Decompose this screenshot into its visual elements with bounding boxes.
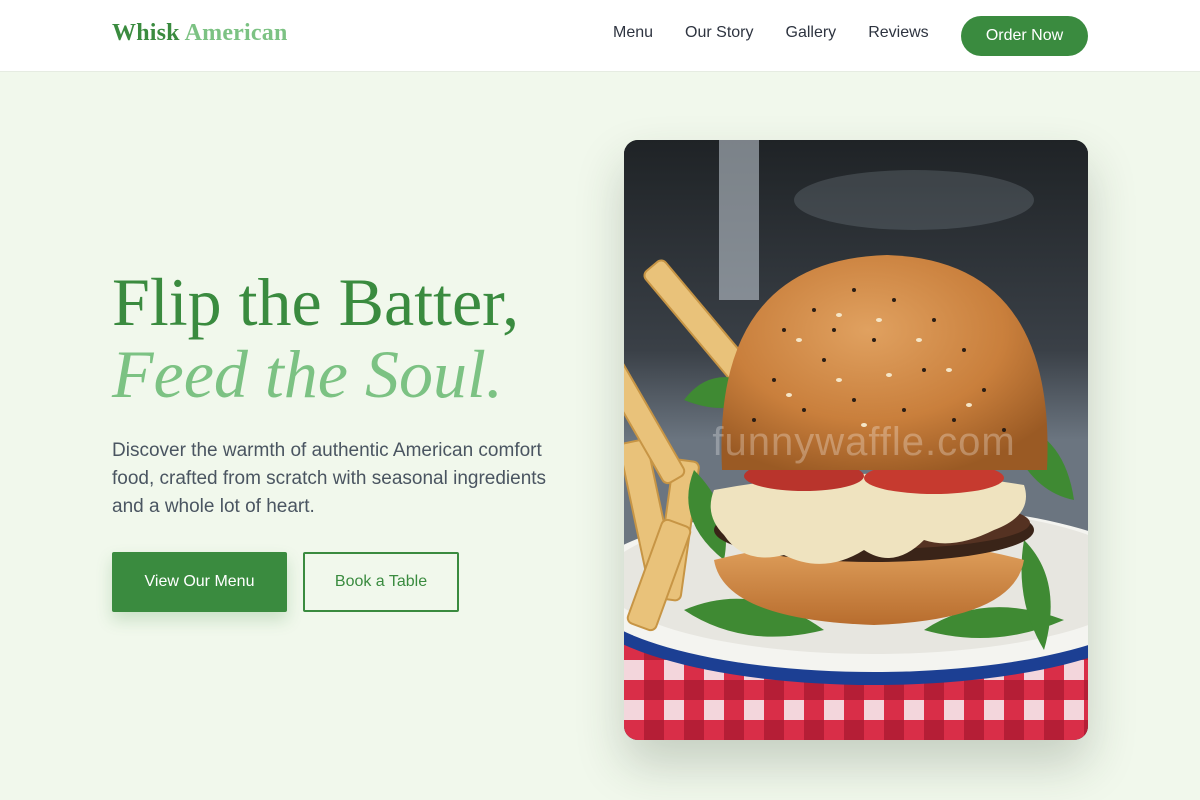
brand-logo[interactable]: Whisk American: [112, 20, 288, 47]
hero-title: Flip the Batter, Feed the Soul.: [112, 266, 519, 410]
hero-title-line2: Feed the Soul.: [112, 336, 503, 412]
nav-link-reviews[interactable]: Reviews: [868, 24, 928, 42]
brand-name-part2: American: [184, 20, 288, 46]
nav-link-our-story[interactable]: Our Story: [685, 24, 753, 42]
order-now-button[interactable]: Order Now: [961, 16, 1088, 56]
hero-title-line1: Flip the Batter,: [112, 264, 520, 340]
nav-link-gallery[interactable]: Gallery: [786, 24, 837, 42]
nav-link-menu[interactable]: Menu: [613, 24, 653, 42]
view-menu-button[interactable]: View Our Menu: [112, 552, 287, 612]
top-nav: Whisk American Menu Our Story Gallery Re…: [0, 0, 1200, 72]
hero-subtitle: Discover the warmth of authentic America…: [112, 440, 547, 517]
book-table-button[interactable]: Book a Table: [303, 552, 459, 612]
brand-name-part1: Whisk: [112, 20, 180, 46]
hero-burger-image: funnywaffle.com: [624, 140, 1088, 740]
nav-links: Menu Our Story Gallery Reviews: [613, 24, 961, 42]
burger-illustration: [624, 140, 1088, 740]
